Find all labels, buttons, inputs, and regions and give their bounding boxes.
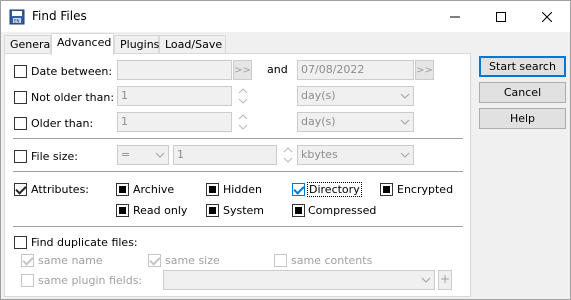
and-label: and — [267, 63, 288, 76]
older-than-unit-select[interactable]: day(s) — [297, 112, 414, 132]
older-than-unit: day(s) — [301, 115, 336, 128]
date-between-checkbox[interactable] — [14, 65, 27, 78]
maximize-button[interactable] — [478, 1, 524, 32]
compressed-checkbox[interactable] — [292, 204, 305, 217]
not-older-than-unit: day(s) — [301, 89, 336, 102]
read-only-checkbox[interactable] — [116, 204, 129, 217]
encrypted-checkbox[interactable] — [380, 183, 393, 196]
svg-text:EN: EN — [14, 19, 20, 24]
attributes-checkbox[interactable] — [14, 183, 27, 196]
read-only-label: Read only — [133, 204, 188, 217]
tab-advanced[interactable]: Advanced — [51, 33, 114, 55]
older-than-spinner[interactable] — [236, 112, 250, 132]
tab-load-save[interactable]: Load/Save — [159, 35, 226, 54]
chevron-down-icon — [155, 152, 165, 158]
older-than-label: Older than: — [31, 117, 94, 130]
directory-checkbox[interactable] — [292, 183, 305, 196]
separator — [13, 171, 463, 172]
chevron-down-icon — [400, 152, 410, 158]
title-bar: EN Find Files — [1, 1, 570, 32]
encrypted-label: Encrypted — [397, 183, 454, 196]
same-plugin-fields-checkbox[interactable] — [21, 274, 34, 287]
help-button[interactable]: Help — [479, 108, 566, 129]
not-older-than-checkbox[interactable] — [14, 91, 27, 104]
date-from-picker-button[interactable]: >> — [233, 60, 252, 80]
tab-general[interactable]: General — [4, 35, 53, 54]
minimize-button[interactable] — [432, 1, 478, 32]
file-size-unit-select[interactable]: kbytes — [297, 145, 414, 165]
close-button[interactable] — [524, 1, 570, 32]
file-size-unit: kbytes — [301, 148, 338, 161]
hidden-label: Hidden — [223, 183, 263, 196]
not-older-than-label: Not older than: — [31, 91, 115, 104]
window-title: Find Files — [32, 9, 87, 23]
tab-plugins[interactable]: Plugins — [114, 35, 159, 54]
compressed-label: Compressed — [308, 204, 377, 217]
older-than-checkbox[interactable] — [14, 117, 27, 130]
chevron-down-icon — [400, 119, 410, 125]
file-size-value[interactable]: 1 — [173, 145, 277, 165]
same-contents-checkbox[interactable] — [274, 254, 287, 267]
same-name-label: same name — [38, 254, 103, 267]
same-size-label: same size — [165, 254, 220, 267]
separator — [13, 138, 463, 139]
find-duplicates-label: Find duplicate files: — [31, 236, 138, 249]
minimize-icon — [450, 16, 460, 17]
file-size-operator: = — [121, 148, 131, 161]
file-size-spinner[interactable] — [281, 145, 295, 165]
chevron-down-icon — [400, 93, 410, 99]
date-between-label: Date between: — [31, 65, 113, 78]
archive-label: Archive — [133, 183, 175, 196]
attributes-label: Attributes: — [31, 183, 90, 196]
close-icon — [542, 11, 552, 22]
plugin-fields-select[interactable] — [163, 270, 435, 290]
file-size-operator-select[interactable]: = — [117, 145, 169, 165]
date-to-field[interactable]: 07/08/2022 — [297, 60, 414, 80]
start-search-button[interactable]: Start search — [479, 56, 566, 77]
floppy-disk-icon: EN — [9, 9, 25, 25]
hidden-checkbox[interactable] — [206, 183, 219, 196]
system-checkbox[interactable] — [206, 204, 219, 217]
not-older-than-spinner[interactable] — [236, 86, 250, 106]
cancel-button[interactable]: Cancel — [479, 82, 566, 103]
date-from-field[interactable] — [117, 60, 232, 80]
chevron-down-icon — [421, 277, 431, 283]
separator — [13, 226, 463, 227]
maximize-icon — [496, 11, 506, 22]
same-name-checkbox[interactable] — [21, 254, 34, 267]
same-contents-label: same contents — [291, 254, 373, 267]
older-than-value[interactable]: 1 — [117, 112, 232, 132]
directory-label: Directory — [307, 182, 362, 197]
date-to-picker-button[interactable]: >> — [415, 60, 434, 80]
archive-checkbox[interactable] — [116, 183, 129, 196]
not-older-than-unit-select[interactable]: day(s) — [297, 86, 414, 106]
not-older-than-value[interactable]: 1 — [117, 86, 232, 106]
file-size-label: File size: — [31, 150, 78, 163]
same-plugin-fields-label: same plugin fields: — [38, 274, 143, 287]
system-label: System — [223, 204, 265, 217]
advanced-panel: Date between: >> and 07/08/2022 >> Not o… — [4, 53, 471, 297]
same-size-checkbox[interactable] — [148, 254, 161, 267]
add-plugin-field-button[interactable]: + — [438, 270, 452, 290]
find-files-window: EN Find Files General Advanced Plugins L… — [0, 0, 571, 300]
find-duplicates-checkbox[interactable] — [14, 236, 27, 249]
file-size-checkbox[interactable] — [14, 150, 27, 163]
